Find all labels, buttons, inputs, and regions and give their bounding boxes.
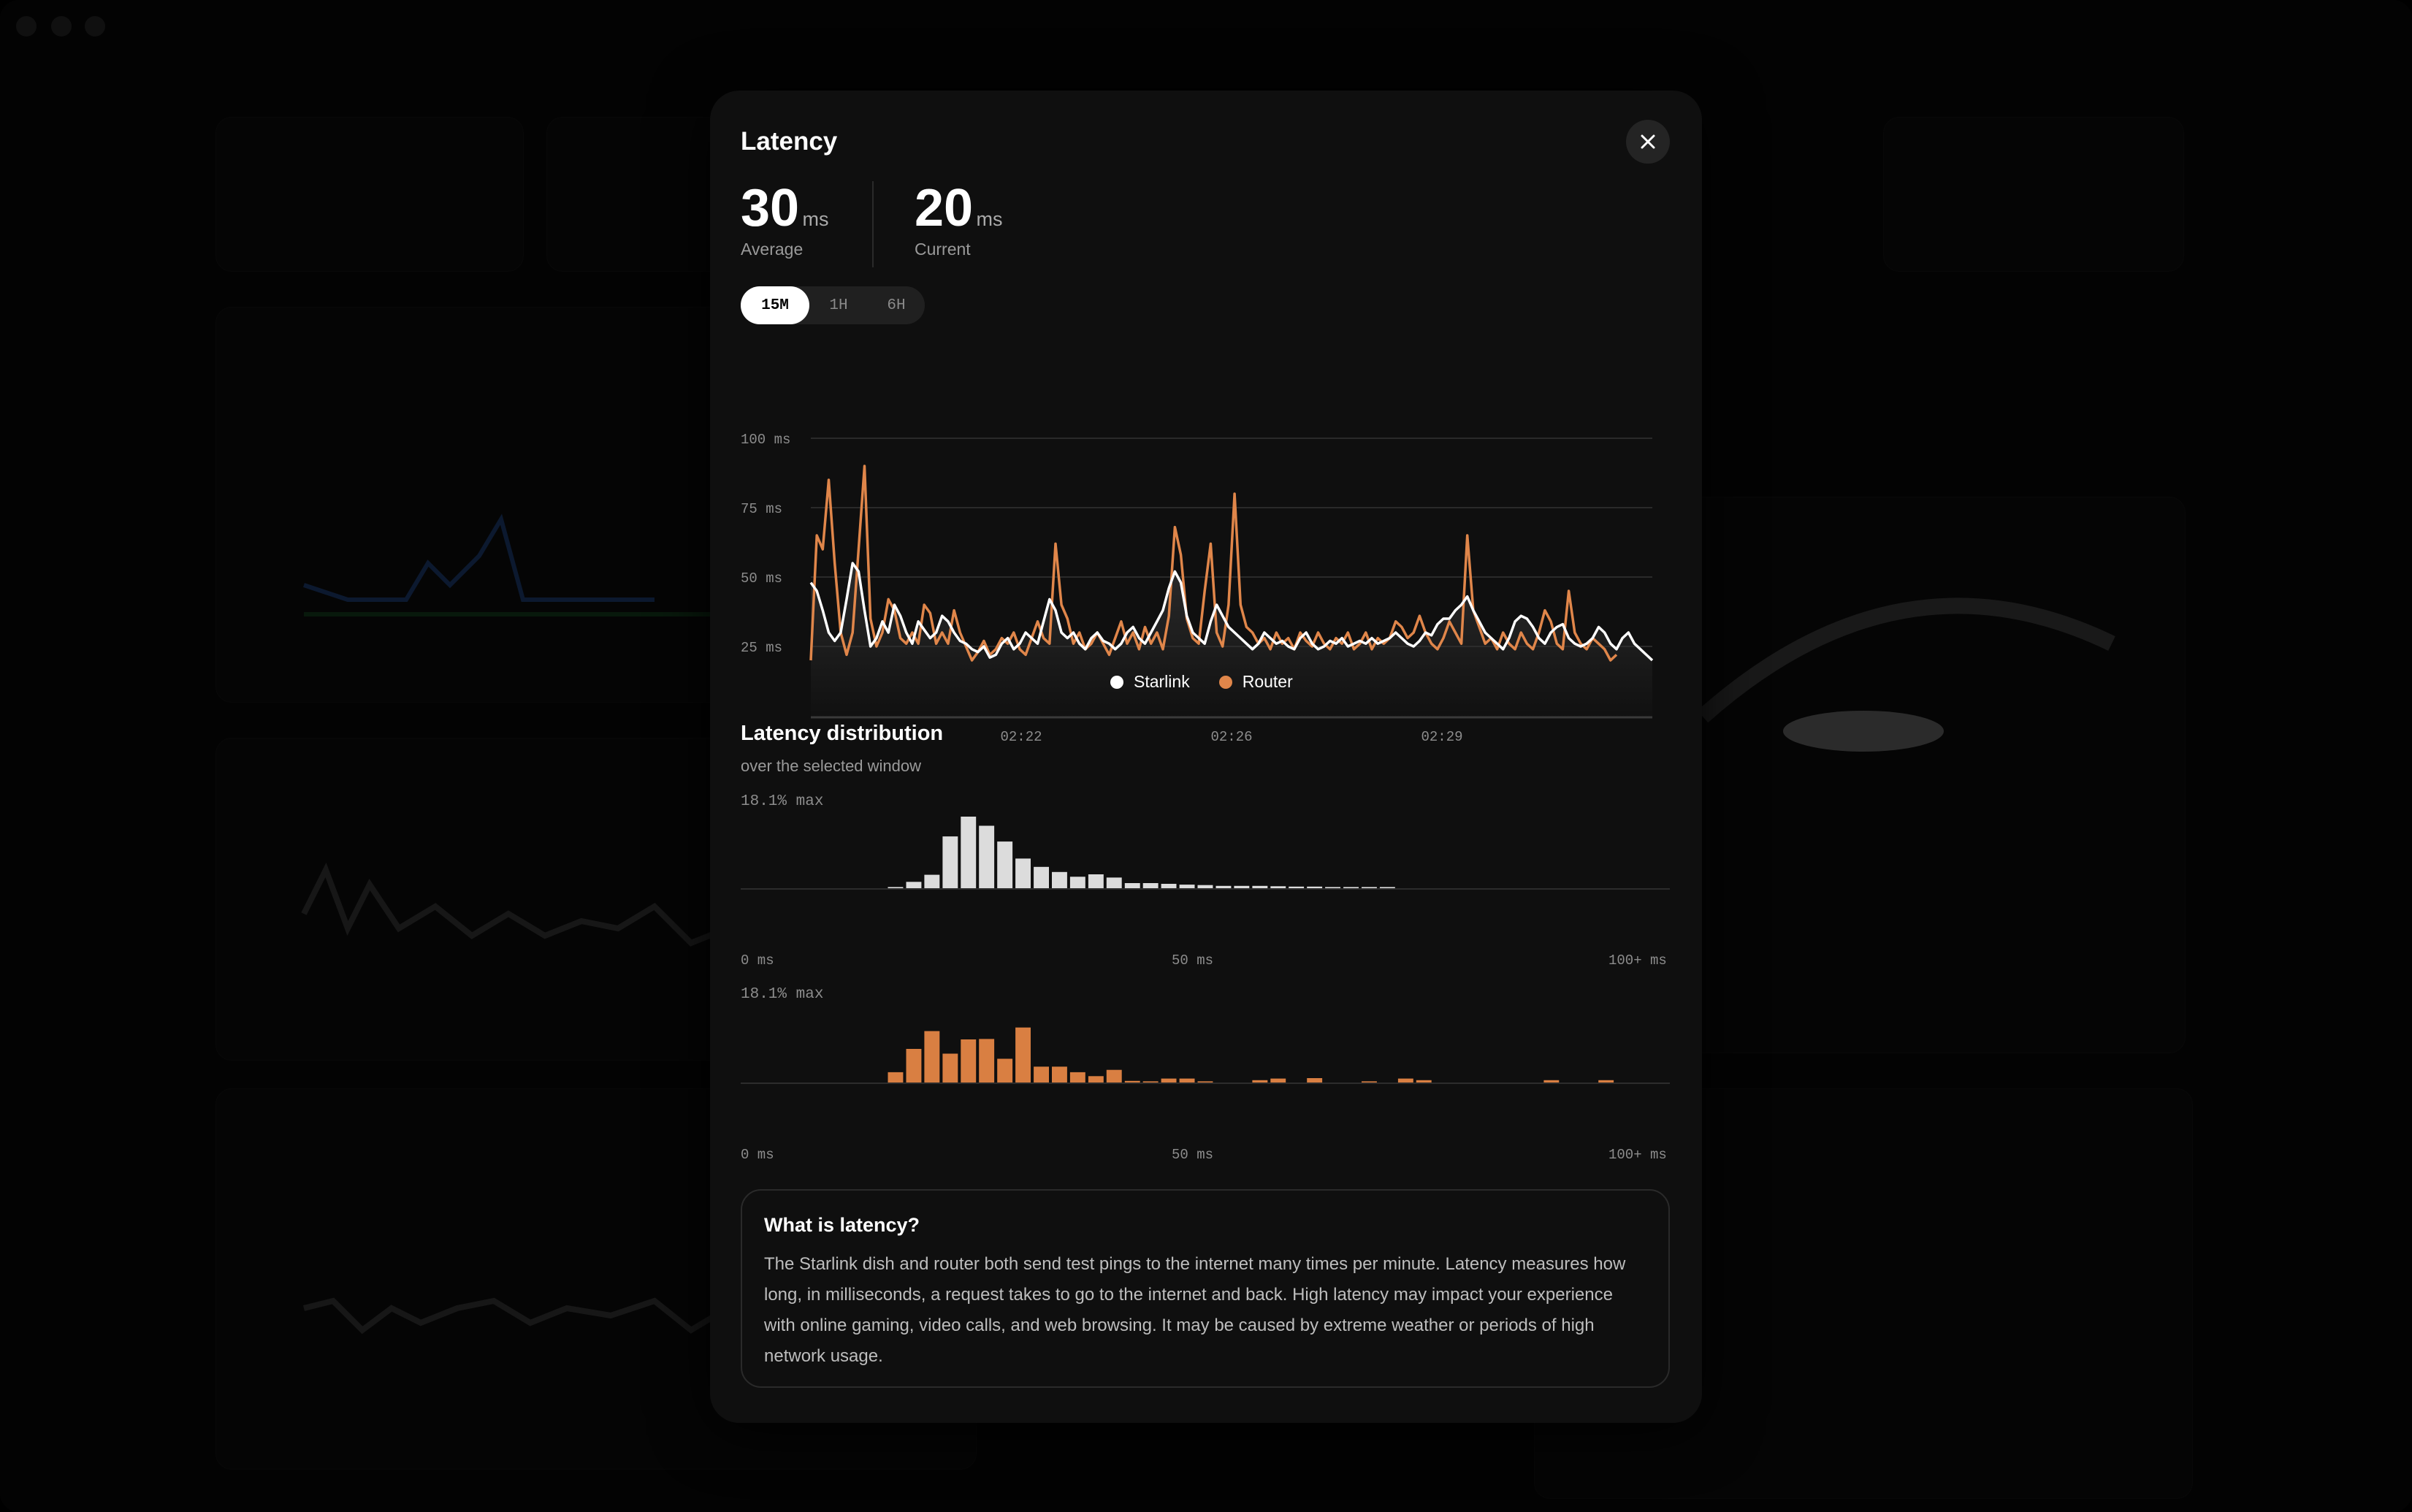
histogram-bar: [906, 1049, 922, 1083]
histogram-bar: [1197, 885, 1213, 888]
histogram-bar: [1069, 1072, 1085, 1083]
histogram-bar: [1252, 1080, 1268, 1083]
histogram-bar: [1124, 1080, 1140, 1083]
histogram-bar: [1197, 1081, 1213, 1083]
histogram-bar: [1362, 887, 1377, 888]
histogram-bar: [1598, 1080, 1614, 1083]
histogram-bar: [1397, 1078, 1413, 1083]
histogram-bar: [1289, 886, 1305, 888]
close-button[interactable]: [1626, 120, 1670, 164]
current-stat: 20 ms Current: [915, 178, 1003, 259]
average-stat: 30 ms Average: [741, 178, 829, 259]
histogram-bar: [1379, 887, 1395, 888]
latency-info-box: What is latency? The Starlink dish and r…: [741, 1189, 1670, 1388]
histogram-bar: [1106, 877, 1122, 888]
current-label: Current: [915, 240, 971, 259]
distribution-title: Latency distribution: [741, 722, 944, 745]
router-hist-max: 18.1% max: [741, 986, 824, 1003]
histogram-bar: [1015, 858, 1031, 888]
histogram-bar: [942, 1053, 958, 1083]
histogram-bar: [888, 887, 904, 888]
stat-divider: [872, 181, 874, 267]
histogram-bar: [1252, 885, 1268, 888]
app-window: Latency 30 ms Average 20 ms Current 15M …: [0, 0, 2412, 1512]
histogram-bar: [1343, 887, 1359, 888]
legend: Starlink Router: [1110, 672, 1293, 692]
histogram-bar: [942, 836, 958, 888]
distribution-subtitle: over the selected window: [741, 757, 922, 775]
y-tick-label: 50 ms: [741, 570, 782, 587]
x-tick-label: 02:26: [1210, 729, 1252, 745]
legend-router-dot: [1218, 675, 1232, 689]
histogram-bar: [1015, 1027, 1031, 1083]
histogram-bar: [961, 1039, 977, 1083]
histogram-bar: [1142, 1081, 1159, 1083]
histogram-bar: [1307, 1078, 1323, 1083]
hist1-axis-min: 0 ms: [741, 952, 774, 969]
histogram-bar: [997, 841, 1013, 888]
hist2-axis-mid: 50 ms: [1172, 1147, 1214, 1163]
histogram-bar: [1234, 885, 1250, 888]
histogram-bar: [1325, 887, 1340, 888]
average-value: 30: [741, 179, 800, 237]
close-icon: [1641, 134, 1655, 149]
histogram-bar: [979, 1039, 995, 1083]
histogram-bar: [979, 825, 995, 888]
average-label: Average: [741, 240, 804, 259]
y-tick-label: 25 ms: [741, 640, 782, 656]
histogram-bar: [1052, 1066, 1067, 1083]
histogram-bar: [961, 817, 977, 888]
histogram-bar: [1179, 1078, 1195, 1083]
info-title: What is latency?: [764, 1214, 920, 1236]
x-tick-label: 02:29: [1421, 729, 1462, 745]
histogram-bar: [1307, 886, 1323, 888]
legend-router-label: Router: [1242, 672, 1293, 691]
histogram-bar: [1088, 1076, 1104, 1083]
histogram-bar: [1106, 1069, 1122, 1083]
histogram-bar: [1362, 1081, 1377, 1083]
starlink-hist-max: 18.1% max: [741, 793, 824, 810]
info-text: The Starlink dish and router both send t…: [764, 1254, 1626, 1366]
histogram-bar: [1034, 866, 1049, 888]
histogram-bar: [1416, 1080, 1432, 1083]
legend-starlink-label: Starlink: [1134, 672, 1190, 691]
hist2-axis-max: 100+ ms: [1608, 1147, 1667, 1163]
histogram-bar: [1142, 883, 1159, 888]
histogram-bar: [906, 882, 922, 888]
histogram-bar: [1215, 885, 1232, 888]
current-value: 20: [915, 179, 974, 237]
range-selector: 15M 1H 6H: [741, 286, 925, 324]
modal-title: Latency: [741, 127, 838, 156]
histogram-bar: [1161, 1078, 1177, 1083]
histogram-bar: [1270, 1078, 1286, 1083]
histogram-bar: [1161, 884, 1177, 888]
x-tick-label: 02:22: [1000, 729, 1042, 745]
average-unit: ms: [802, 208, 829, 230]
histogram-bar: [1124, 883, 1140, 888]
histogram-bar: [997, 1058, 1013, 1083]
histogram-bar: [1052, 871, 1067, 888]
hist2-axis-min: 0 ms: [741, 1147, 774, 1163]
hist1-axis-max: 100+ ms: [1608, 952, 1667, 969]
y-tick-label: 100 ms: [741, 432, 790, 448]
current-unit: ms: [976, 208, 1003, 230]
legend-starlink-dot: [1110, 675, 1123, 689]
histogram-bar: [1069, 877, 1085, 888]
histogram-bar: [1179, 885, 1195, 888]
histogram-bar: [1088, 874, 1104, 888]
starlink-histogram: [741, 817, 1670, 890]
histogram-bar: [1034, 1066, 1049, 1083]
histogram-bar: [1543, 1080, 1560, 1083]
histogram-bar: [924, 1031, 940, 1083]
histogram-bar: [888, 1072, 904, 1083]
router-histogram: [741, 1027, 1670, 1084]
histogram-bar: [1270, 886, 1286, 888]
y-tick-label: 75 ms: [741, 501, 782, 517]
histogram-bar: [924, 874, 940, 888]
range-1h-button[interactable]: 1H: [809, 286, 868, 324]
hist1-axis-mid: 50 ms: [1172, 952, 1214, 969]
latency-modal: Latency 30 ms Average 20 ms Current 15M …: [710, 91, 1702, 1423]
range-6h-button[interactable]: 6H: [868, 286, 925, 324]
range-15m-button[interactable]: 15M: [741, 286, 809, 324]
